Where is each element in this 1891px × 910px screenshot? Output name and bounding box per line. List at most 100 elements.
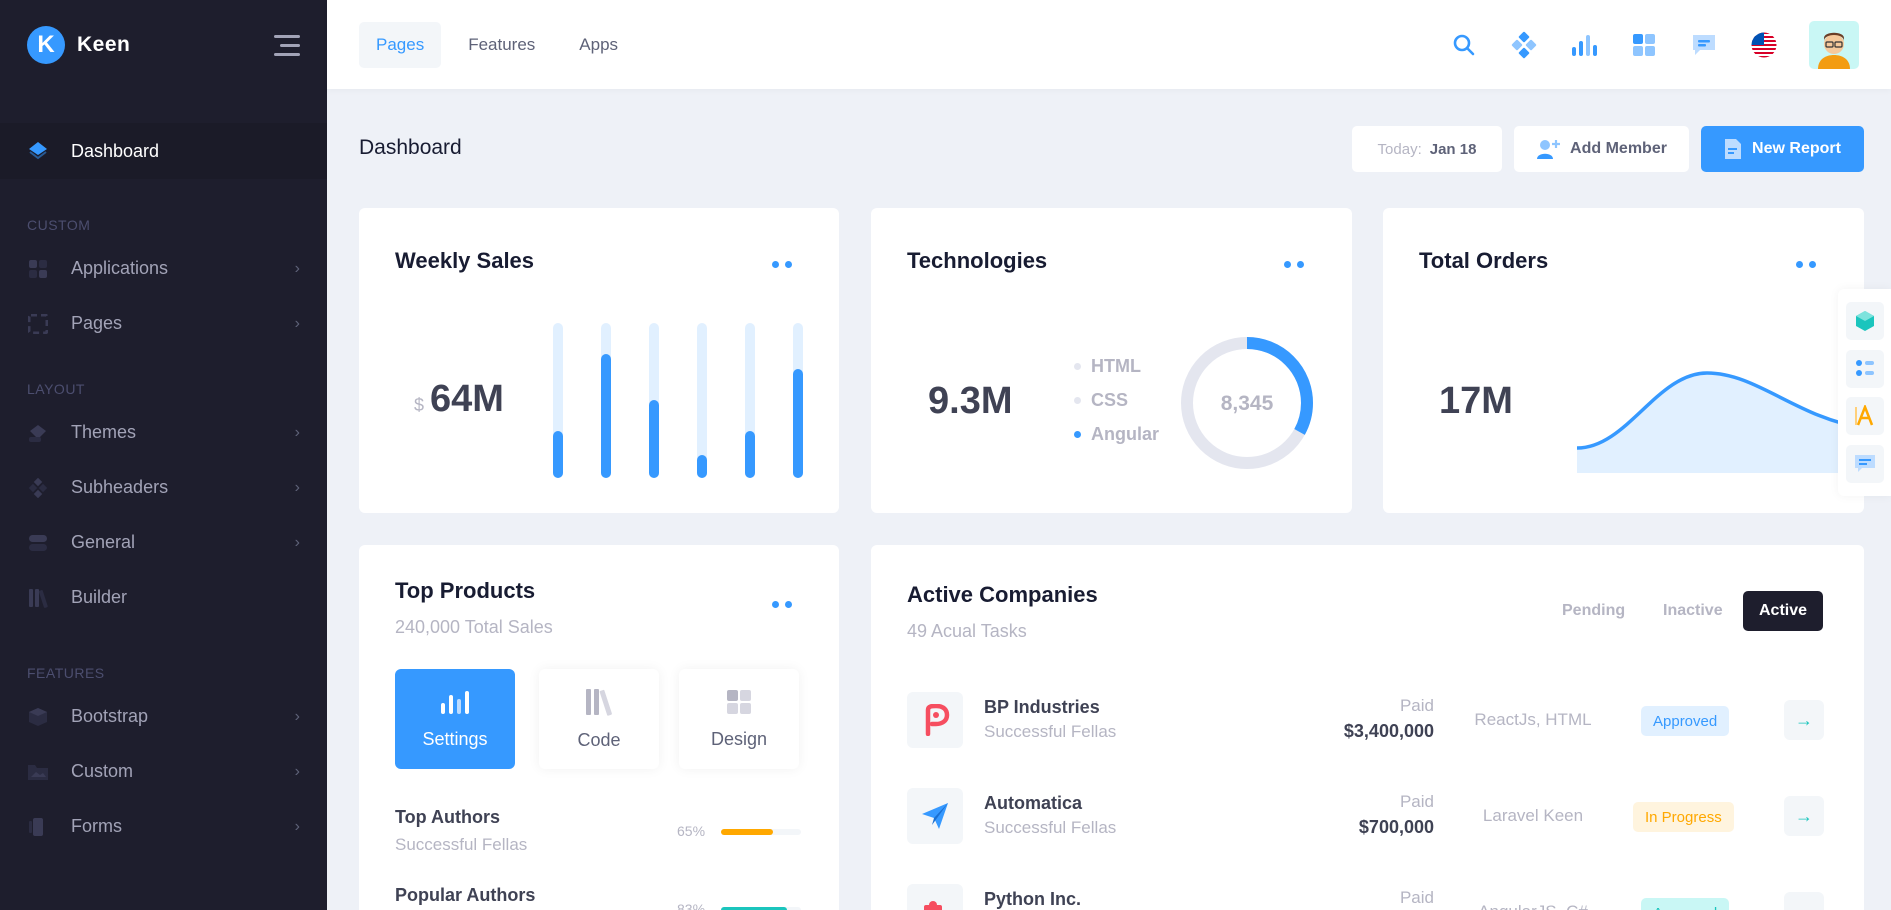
row-arrow-button[interactable]: → [1784, 796, 1824, 836]
card-title: Technologies [907, 248, 1048, 273]
paper-plane-icon [922, 803, 948, 829]
paid-amount: $700,000 [1358, 817, 1434, 837]
file-icon [1725, 139, 1742, 159]
filter-inactive[interactable]: Inactive [1647, 591, 1739, 631]
sidebar-item-custom[interactable]: Custom › [0, 744, 327, 799]
books-icon [586, 688, 612, 716]
sidebar-toggle-icon[interactable] [272, 34, 300, 56]
chevron-right-icon: › [294, 478, 300, 496]
chevron-right-icon: › [294, 817, 300, 835]
sales-amount: 64M [430, 378, 504, 420]
product-tab-settings[interactable]: Settings [395, 669, 515, 769]
paid-label: Paid [1399, 888, 1434, 907]
sidebar-item-general[interactable]: General › [0, 515, 327, 570]
filter-pending[interactable]: Pending [1546, 591, 1641, 631]
sidebar-item-builder[interactable]: Builder [0, 570, 327, 625]
page-title: Dashboard [359, 136, 462, 159]
cube-icon[interactable] [1845, 301, 1884, 340]
donut-center-value: 8,345 [1221, 392, 1274, 415]
sidebar: K Keen Dashboard CUSTOM Applications › P… [0, 0, 327, 910]
avatar[interactable] [1809, 20, 1859, 69]
us-flag-icon[interactable] [1749, 30, 1779, 60]
sidebar-item-label: Pages [71, 313, 123, 333]
author-row-subtitle: Successful Fellas [395, 835, 528, 854]
diamond-icon[interactable] [1509, 30, 1539, 60]
product-tab-design[interactable]: Design [679, 669, 799, 769]
filter-active[interactable]: Active [1743, 591, 1824, 631]
puzzle-icon [924, 901, 942, 910]
company-tech: ReactJs, HTML [1474, 710, 1592, 729]
frame-icon [27, 313, 49, 335]
weekly-sales-bar-fill [601, 354, 611, 478]
more-dots-icon[interactable] [1796, 261, 1816, 268]
company-logo [907, 788, 963, 844]
sidebar-item-dashboard[interactable]: Dashboard [0, 123, 327, 179]
product-tab-label: Settings [422, 728, 488, 749]
new-report-label: New Report [1752, 140, 1841, 157]
apps-icon[interactable] [1629, 30, 1659, 60]
author-row-title: Popular Authors [395, 885, 536, 905]
paid-label: Paid [1399, 696, 1434, 715]
bar-chart-icon[interactable] [1569, 30, 1599, 60]
text-icon[interactable] [1845, 397, 1884, 436]
row-arrow-button[interactable]: → [1784, 700, 1824, 740]
today-date-button[interactable]: Today: Jan 18 [1352, 126, 1502, 172]
add-member-button[interactable]: Add Member [1514, 126, 1689, 172]
chevron-right-icon: › [294, 314, 300, 332]
technologies-card: Technologies 9.3M HTML CSS Angular 8,345 [871, 208, 1352, 513]
status-badge: In Progress [1633, 802, 1734, 832]
tab-features[interactable]: Features [451, 22, 552, 68]
tab-pages[interactable]: Pages [359, 21, 442, 68]
more-dots-icon[interactable] [772, 261, 792, 268]
technologies-value: 9.3M [928, 380, 1013, 422]
weekly-sales-bar [793, 323, 803, 478]
grid-icon [727, 689, 751, 714]
brand-name: Keen [77, 33, 131, 56]
sidebar-item-bootstrap[interactable]: Bootstrap › [0, 689, 327, 744]
weekly-sales-bar [745, 323, 755, 478]
sidebar-item-applications[interactable]: Applications › [0, 241, 327, 296]
weekly-sales-card: Weekly Sales $64M [359, 208, 839, 513]
new-report-button[interactable]: New Report [1701, 126, 1864, 172]
status-badge: Approved [1641, 706, 1730, 736]
bucket-icon [27, 422, 49, 444]
brand-logo[interactable]: K [27, 26, 65, 64]
sidebar-item-pages[interactable]: Pages › [0, 296, 327, 351]
search-icon[interactable] [1449, 30, 1479, 60]
active-companies-card: Active Companies 49 Acual Tasks Pending … [871, 545, 1864, 910]
more-dots-icon[interactable] [1284, 261, 1304, 268]
chat-icon[interactable] [1689, 30, 1719, 60]
company-subtitle: Successful Fellas [984, 722, 1117, 741]
sidebar-item-subheaders[interactable]: Subheaders › [0, 460, 327, 515]
brand: K Keen [0, 0, 327, 90]
legend-label: CSS [1091, 390, 1129, 410]
product-tab-code[interactable]: Code [539, 669, 659, 769]
weekly-sales-bar-fill [697, 455, 707, 478]
card-title: Active Companies [907, 582, 1098, 607]
sidebar-item-forms[interactable]: Forms › [0, 799, 327, 854]
chevron-right-icon: › [294, 259, 300, 277]
card-subtitle: 240,000 Total Sales [395, 617, 553, 637]
legend-label: HTML [1091, 356, 1141, 376]
sidebar-item-label: Applications [71, 258, 169, 278]
layers-icon [27, 140, 49, 162]
message-icon[interactable] [1845, 445, 1884, 484]
sidebar-item-label: General [71, 532, 136, 552]
more-dots-icon[interactable] [772, 601, 792, 608]
paid-amount: $3,400,000 [1343, 721, 1434, 741]
books-icon [27, 587, 49, 609]
sidebar-section-title: CUSTOM [27, 217, 91, 233]
progress-percent: 83% [677, 901, 706, 910]
product-tab-label: Design [710, 728, 768, 749]
chevron-right-icon: › [294, 533, 300, 551]
orders-area-chart [1577, 371, 1864, 473]
list-icon[interactable] [1845, 349, 1884, 388]
sidebar-item-themes[interactable]: Themes › [0, 405, 327, 460]
diamond-icon [27, 477, 49, 499]
tab-apps[interactable]: Apps [562, 22, 635, 68]
sidebar-item-label: Themes [71, 422, 137, 442]
box-icon [27, 706, 49, 728]
product-tab-label: Code [577, 729, 621, 750]
row-arrow-button[interactable]: → [1784, 892, 1824, 910]
legend-label: Angular [1091, 424, 1160, 444]
